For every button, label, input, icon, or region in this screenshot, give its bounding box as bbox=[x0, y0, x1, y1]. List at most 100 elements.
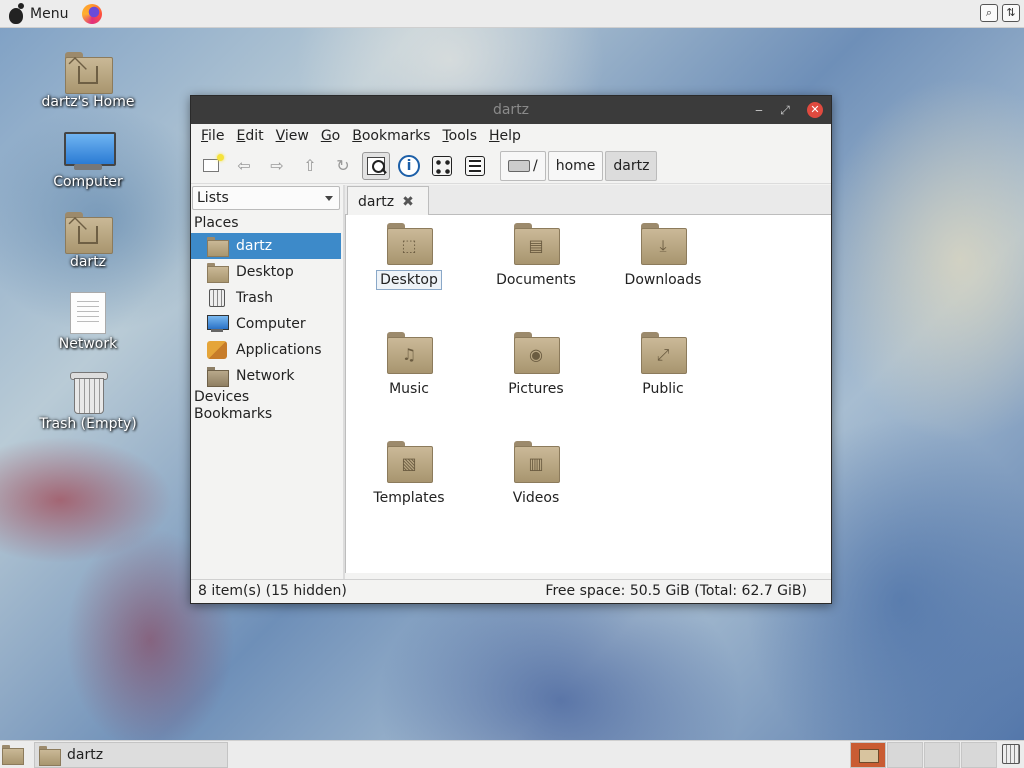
home-folder-icon bbox=[65, 212, 113, 254]
tab-dartz[interactable]: dartz ✖ bbox=[347, 186, 429, 216]
sidebar-item-dartz[interactable]: dartz bbox=[191, 233, 341, 259]
path-bar: / home dartz bbox=[500, 150, 659, 181]
list-view-icon bbox=[465, 155, 485, 176]
menu-go[interactable]: Go bbox=[315, 128, 346, 144]
desktop-icon-network[interactable]: Network bbox=[30, 288, 146, 368]
search-tray-icon[interactable]: ⌕ bbox=[980, 4, 998, 22]
file-label: Music bbox=[389, 381, 429, 397]
videos-folder-icon: ▥ bbox=[514, 441, 560, 483]
path-root-button[interactable]: / bbox=[500, 150, 546, 181]
up-button[interactable]: ⇧ bbox=[296, 152, 324, 180]
file-item-downloads[interactable]: ⤓ Downloads bbox=[604, 217, 722, 313]
workspace-1[interactable] bbox=[850, 742, 886, 768]
back-button[interactable]: ⇦ bbox=[230, 152, 258, 180]
desktop-folder-icon bbox=[207, 263, 229, 283]
file-label: Videos bbox=[512, 490, 560, 506]
close-window-button[interactable]: ✕ bbox=[807, 102, 823, 118]
file-item-desktop[interactable]: ⬚ Desktop bbox=[350, 217, 468, 313]
sidebar-item-computer[interactable]: Computer bbox=[191, 311, 341, 337]
templates-folder-icon: ▧ bbox=[387, 441, 433, 483]
item-count-status: 8 item(s) (15 hidden) bbox=[198, 583, 347, 599]
info-icon: i bbox=[398, 154, 420, 177]
menu-view[interactable]: View bbox=[270, 128, 315, 144]
icon-view-button[interactable] bbox=[428, 152, 456, 180]
menubar: File Edit View Go Bookmarks Tools Help bbox=[191, 124, 831, 148]
gnome-foot-icon bbox=[6, 2, 26, 25]
workspace-3[interactable] bbox=[924, 742, 960, 768]
file-item-public[interactable]: ⤢ Public bbox=[604, 326, 722, 422]
drive-icon bbox=[508, 159, 530, 172]
file-label: Public bbox=[642, 381, 684, 397]
top-panel: Menu ⌕ ⇅ bbox=[0, 0, 1024, 28]
desktop-icon-dartz[interactable]: dartz bbox=[30, 208, 146, 288]
sidebar-item-desktop[interactable]: Desktop bbox=[191, 259, 341, 285]
desktop-icon-home[interactable]: dartz's Home bbox=[30, 48, 146, 128]
desktop-icon-label: Network bbox=[58, 336, 118, 352]
show-desktop-icon[interactable] bbox=[2, 745, 24, 765]
list-view-button[interactable] bbox=[461, 152, 489, 180]
applications-icon bbox=[207, 341, 227, 359]
sidebar-item-applications[interactable]: Applications bbox=[191, 337, 341, 363]
file-item-music[interactable]: ♫ Music bbox=[350, 326, 468, 422]
menu-edit[interactable]: Edit bbox=[230, 128, 269, 144]
sidebar: Lists Places dartz Desktop Trash Compute… bbox=[191, 185, 343, 579]
desktop-icon-label: dartz's Home bbox=[41, 94, 135, 110]
forward-button[interactable]: ⇨ bbox=[263, 152, 291, 180]
desktop-icon-label: Computer bbox=[53, 174, 123, 190]
desktop-folder-icon: ⬚ bbox=[387, 223, 433, 265]
desktop-icon-label: Trash (Empty) bbox=[39, 416, 137, 432]
desktop-icons: dartz's Home Computer dartz Network Tras… bbox=[30, 48, 146, 448]
path-segment-home[interactable]: home bbox=[547, 150, 604, 181]
menu-file[interactable]: File bbox=[195, 128, 230, 144]
maximize-button[interactable]: ⤢ bbox=[777, 102, 793, 118]
minimize-button[interactable]: ‒ bbox=[751, 102, 767, 118]
tab-label: dartz bbox=[358, 193, 395, 210]
tab-bar: dartz ✖ bbox=[345, 185, 831, 216]
toolbar: ⇦ ⇨ ⇧ ↻ i / home dartz bbox=[191, 148, 831, 184]
info-button[interactable]: i bbox=[395, 152, 423, 180]
search-button[interactable] bbox=[362, 151, 390, 180]
public-folder-icon: ⤢ bbox=[641, 332, 687, 374]
path-segment-dartz[interactable]: dartz bbox=[605, 150, 658, 181]
search-icon bbox=[367, 156, 385, 175]
trash-icon bbox=[70, 372, 108, 414]
menu-bookmarks[interactable]: Bookmarks bbox=[346, 128, 436, 144]
menu-help[interactable]: Help bbox=[483, 128, 527, 144]
new-tab-button[interactable] bbox=[197, 152, 225, 180]
window-body: Lists Places dartz Desktop Trash Compute… bbox=[191, 185, 831, 579]
workspace-4[interactable] bbox=[961, 742, 997, 768]
file-label: Templates bbox=[373, 490, 445, 506]
file-item-templates[interactable]: ▧ Templates bbox=[350, 435, 468, 531]
bookmarks-heading[interactable]: Bookmarks bbox=[194, 406, 272, 422]
chevron-down-icon bbox=[325, 196, 333, 201]
status-bar: 8 item(s) (15 hidden) Free space: 50.5 G… bbox=[191, 579, 831, 603]
folder-view[interactable]: ⬚ Desktop ▤ Documents ⤓ Downloads ♫ Musi… bbox=[345, 215, 831, 573]
music-folder-icon: ♫ bbox=[387, 332, 433, 374]
sidebar-item-trash[interactable]: Trash bbox=[191, 285, 341, 311]
file-item-documents[interactable]: ▤ Documents bbox=[477, 217, 595, 313]
trash-applet-icon[interactable] bbox=[1002, 744, 1020, 764]
sidebar-mode-select[interactable]: Lists bbox=[192, 186, 340, 210]
file-item-videos[interactable]: ▥ Videos bbox=[477, 435, 595, 531]
desktop-icon-computer[interactable]: Computer bbox=[30, 128, 146, 208]
file-manager-window: dartz ‒ ⤢ ✕ File Edit View Go Bookmarks … bbox=[190, 95, 832, 604]
computer-icon bbox=[64, 132, 116, 172]
menu-tools[interactable]: Tools bbox=[436, 128, 483, 144]
home-folder-icon bbox=[207, 237, 229, 257]
close-tab-icon[interactable]: ✖ bbox=[402, 194, 414, 210]
file-item-pictures[interactable]: ◉ Pictures bbox=[477, 326, 595, 422]
network-tray-icon[interactable]: ⇅ bbox=[1002, 4, 1020, 22]
menu-label: Menu bbox=[30, 5, 69, 22]
documents-folder-icon: ▤ bbox=[514, 223, 560, 265]
sidebar-item-network[interactable]: Network bbox=[191, 363, 341, 389]
firefox-launcher-icon[interactable] bbox=[82, 3, 103, 24]
desktop-icon-trash[interactable]: Trash (Empty) bbox=[30, 368, 146, 448]
places-heading[interactable]: Places bbox=[194, 215, 239, 231]
grid-view-icon bbox=[432, 155, 452, 176]
applications-menu-button[interactable]: Menu bbox=[0, 0, 74, 28]
taskbar-window-button[interactable]: dartz bbox=[34, 742, 228, 768]
devices-heading[interactable]: Devices bbox=[194, 389, 249, 405]
workspace-2[interactable] bbox=[887, 742, 923, 768]
reload-button[interactable]: ↻ bbox=[329, 152, 357, 180]
window-titlebar[interactable]: dartz ‒ ⤢ ✕ bbox=[191, 96, 831, 124]
